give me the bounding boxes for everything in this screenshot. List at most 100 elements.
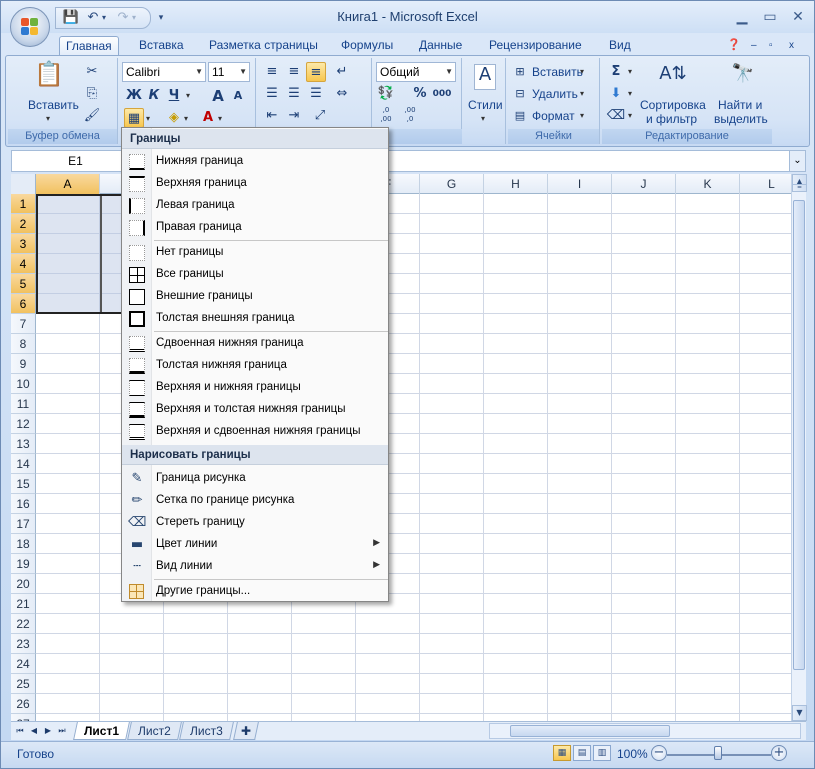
scroll-down-icon[interactable]: ▼ [792,705,807,721]
first-sheet-icon[interactable]: ⏮ [13,723,27,739]
find-select-label-2[interactable]: выделить [714,112,768,126]
select-all-corner[interactable] [11,174,36,194]
row-header-24[interactable]: 24 [11,654,36,674]
row-header-23[interactable]: 23 [11,634,36,654]
tab-data[interactable]: Данные [413,36,468,55]
delete-cells-button[interactable]: Удалить [532,87,578,101]
close-icon[interactable]: ✕ [787,8,809,26]
column-header-k[interactable]: K [676,174,740,194]
font-name-select[interactable]: Calibri ▼ [122,62,206,82]
vertical-scroll-thumb[interactable] [793,200,805,670]
row-header-15[interactable]: 15 [11,474,36,494]
row-header-19[interactable]: 19 [11,554,36,574]
tab-view[interactable]: Вид [603,36,637,55]
menu-item-border-all[interactable]: Все границы [122,264,388,286]
menu-item-border-outside[interactable]: Внешние границы [122,286,388,308]
cut-icon[interactable]: ✂ [82,62,102,82]
menu-item-border-top-double-bottom[interactable]: Верхняя и сдвоенная нижняя границы [122,421,388,443]
fill-dropdown-icon[interactable]: ▾ [184,114,188,123]
grow-font-button[interactable]: A [208,86,228,106]
format-cells-button[interactable]: Формат [532,109,575,123]
prev-sheet-icon[interactable]: ◀ [27,723,41,739]
find-select-label-1[interactable]: Найти и [718,98,762,112]
insert-sheet-button[interactable]: ✚ [233,722,259,740]
tab-insert[interactable]: Вставка [133,36,190,55]
menu-item-border-double-bottom[interactable]: Сдвоенная нижняя граница [122,333,388,355]
menu-item-border-none[interactable]: Нет границы [122,242,388,264]
font-color-dropdown-icon[interactable]: ▾ [218,114,222,123]
orientation-icon[interactable]: ⤢ [310,106,330,126]
expand-formula-bar-icon[interactable]: ⌄ [789,151,805,171]
row-header-25[interactable]: 25 [11,674,36,694]
align-left-icon[interactable]: ☰ [262,84,282,104]
row-header-11[interactable]: 11 [11,394,36,414]
help-icon[interactable]: ❓ [721,36,747,55]
row-header-4[interactable]: 4 [11,254,36,274]
vertical-scrollbar[interactable]: ▲ = ▼ [791,174,807,721]
column-header-h[interactable]: H [484,174,548,194]
column-header-j[interactable]: J [612,174,676,194]
styles-icon[interactable]: A [474,64,496,90]
currency-icon[interactable]: 💱 [376,84,396,104]
row-header-26[interactable]: 26 [11,694,36,714]
autosum-dropdown-icon[interactable]: ▾ [628,67,632,76]
menu-item-border-left[interactable]: Левая граница [122,195,388,217]
row-header-16[interactable]: 16 [11,494,36,514]
format-dropdown-icon[interactable]: ▾ [580,111,584,120]
menu-item-draw-4[interactable]: ▬ Цвет линии ▶ [122,534,388,556]
decrease-indent-icon[interactable]: ⇤ [262,106,282,126]
menu-item-border-top-bottom[interactable]: Верхняя и нижняя границы [122,377,388,399]
shrink-font-button[interactable]: A [228,86,248,106]
sort-filter-label-2[interactable]: и фильтр [646,112,697,126]
align-right-icon[interactable]: ☰ [306,84,326,104]
fill-down-icon[interactable]: ⬇ [606,84,626,104]
paste-icon[interactable]: 📋 [34,62,64,94]
paste-dropdown-icon[interactable]: ▾ [46,114,50,123]
fill-dropdown-icon[interactable]: ▾ [628,89,632,98]
insert-cells-icon[interactable]: ⊞ [510,62,530,82]
tab-formulas[interactable]: Формулы [335,36,399,55]
split-box[interactable]: = [792,184,807,192]
font-color-icon[interactable]: A [198,108,218,128]
zoom-slider-thumb[interactable] [714,746,722,760]
sheet-tab-1[interactable]: Лист1 [73,722,130,740]
increase-decimal-button[interactable]: ,0 ,00 [376,106,396,126]
menu-item-border-thick-bottom[interactable]: Толстая нижняя граница [122,355,388,377]
column-header-i[interactable]: I [548,174,612,194]
tab-home[interactable]: Главная [59,36,119,55]
tab-review[interactable]: Рецензирование [483,36,588,55]
delete-dropdown-icon[interactable]: ▾ [580,89,584,98]
wrap-text-icon[interactable]: ↵ [332,62,352,82]
row-header-12[interactable]: 12 [11,414,36,434]
row-header-13[interactable]: 13 [11,434,36,454]
column-header-a[interactable]: A [36,174,100,194]
row-header-20[interactable]: 20 [11,574,36,594]
format-cells-icon[interactable]: ▤ [510,106,530,126]
office-button[interactable] [10,7,50,47]
row-header-18[interactable]: 18 [11,534,36,554]
align-top-icon[interactable]: ≡ [262,62,282,82]
horizontal-scrollbar[interactable] [489,723,801,739]
bold-button[interactable]: Ж [124,86,144,106]
menu-item-draw-1[interactable]: ✎ Граница рисунка [122,468,388,490]
increase-indent-icon[interactable]: ⇥ [284,106,304,126]
clear-dropdown-icon[interactable]: ▾ [628,111,632,120]
zoom-in-icon[interactable]: + [771,745,787,761]
row-header-14[interactable]: 14 [11,454,36,474]
underline-dropdown-icon[interactable]: ▾ [186,91,190,100]
menu-item-border-bottom[interactable]: Нижняя граница [122,151,388,173]
thousands-button[interactable]: 000 [432,84,452,104]
doc-close-icon[interactable]: x [783,36,800,55]
row-header-7[interactable]: 7 [11,314,36,334]
column-header-g[interactable]: G [420,174,484,194]
page-break-view-button[interactable]: ▥ [593,745,611,761]
menu-item-border-top[interactable]: Верхняя граница [122,173,388,195]
row-header-6[interactable]: 6 [11,294,36,314]
zoom-out-icon[interactable]: − [651,745,667,761]
column-header-l[interactable]: L [740,174,791,194]
menu-item-border-top-thick-bottom[interactable]: Верхняя и толстая нижняя границы [122,399,388,421]
page-layout-view-button[interactable]: ▤ [573,745,591,761]
next-sheet-icon[interactable]: ▶ [41,723,55,739]
fill-color-icon[interactable]: ◈ [164,108,184,128]
menu-item-more-borders[interactable]: Другие границы... [122,581,388,603]
